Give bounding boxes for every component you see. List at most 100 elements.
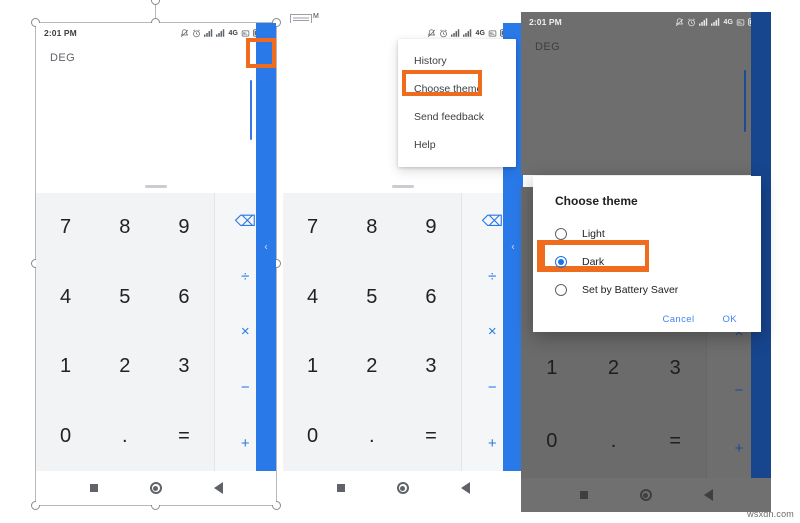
recents-square-icon[interactable] xyxy=(336,484,345,492)
status-bar-clock: 2:01 PM xyxy=(44,28,77,38)
status-bar-icon-group: 4G xyxy=(427,28,515,38)
network-type-label: 4G xyxy=(228,29,238,37)
key-equals[interactable]: = xyxy=(644,405,706,478)
status-bar-clock: 2:01 PM xyxy=(529,17,562,27)
status-bar: 2:01 PM 4G xyxy=(36,23,276,43)
volte-icon xyxy=(488,30,497,36)
watermark: wsxdn.com xyxy=(747,509,794,519)
silent-bell-icon xyxy=(676,17,684,26)
advanced-panel-handle[interactable]: ‹ xyxy=(256,23,276,471)
theme-option-dark[interactable]: Dark xyxy=(533,248,761,276)
home-circle-icon[interactable] xyxy=(149,482,162,494)
drag-grabber[interactable] xyxy=(145,185,167,188)
theme-option-battery-saver-label: Set by Battery Saver xyxy=(582,284,679,296)
calculator-display[interactable] xyxy=(36,73,276,182)
drag-grabber[interactable] xyxy=(392,185,414,188)
recents-square-icon[interactable] xyxy=(579,491,588,499)
system-navigation-bar xyxy=(521,478,771,512)
theme-option-light-label: Light xyxy=(582,228,605,240)
key-7[interactable]: 7 xyxy=(283,193,342,263)
angle-unit-label: DEG xyxy=(50,52,76,64)
key-9[interactable]: 9 xyxy=(154,193,213,263)
phone-panel-1: 2:01 PM 4G DEG 7 8 9 4 5 6 1 2 3 0 . = ⌫… xyxy=(36,23,276,505)
back-triangle-icon[interactable] xyxy=(703,489,713,501)
key-7[interactable]: 7 xyxy=(36,193,95,263)
home-circle-icon[interactable] xyxy=(639,489,652,501)
key-6[interactable]: 6 xyxy=(154,263,213,333)
text-caret xyxy=(744,70,746,132)
key-equals[interactable]: = xyxy=(401,402,460,472)
app-bar: DEG xyxy=(521,32,771,62)
key-0[interactable]: 0 xyxy=(521,405,583,478)
theme-option-light[interactable]: Light xyxy=(533,220,761,248)
key-4[interactable]: 4 xyxy=(36,263,95,333)
key-0[interactable]: 0 xyxy=(36,402,95,472)
signal-2-icon xyxy=(463,29,472,37)
alarm-clock-icon xyxy=(440,28,448,37)
network-type-label: 4G xyxy=(475,29,485,37)
overflow-menu: History Choose theme Send feedback Help xyxy=(398,39,516,167)
digit-pad: 7 8 9 4 5 6 1 2 3 0 . = xyxy=(283,193,461,471)
key-4[interactable]: 4 xyxy=(283,263,342,333)
dialog-title: Choose theme xyxy=(555,194,638,208)
key-6[interactable]: 6 xyxy=(401,263,460,333)
key-2[interactable]: 2 xyxy=(342,332,401,402)
key-decimal-point[interactable]: . xyxy=(583,405,645,478)
signal-2-icon xyxy=(216,29,225,37)
key-1[interactable]: 1 xyxy=(283,332,342,402)
cancel-button[interactable]: Cancel xyxy=(662,314,694,325)
digit-pad: 7 8 9 4 5 6 1 2 3 0 . = xyxy=(36,193,214,471)
menu-item-send-feedback[interactable]: Send feedback xyxy=(398,103,516,131)
ok-button[interactable]: OK xyxy=(722,314,737,325)
key-8[interactable]: 8 xyxy=(342,193,401,263)
volte-icon xyxy=(736,19,745,25)
calculator-display[interactable] xyxy=(521,62,771,175)
key-1[interactable]: 1 xyxy=(521,333,583,406)
menu-item-help[interactable]: Help xyxy=(398,131,516,159)
signal-1-icon xyxy=(699,18,708,26)
key-3[interactable]: 3 xyxy=(644,333,706,406)
key-8[interactable]: 8 xyxy=(95,193,154,263)
key-equals[interactable]: = xyxy=(154,402,213,472)
key-5[interactable]: 5 xyxy=(342,263,401,333)
menu-item-choose-theme[interactable]: Choose theme xyxy=(398,75,516,103)
dialog-action-row: Cancel OK xyxy=(533,304,761,339)
radio-light-icon[interactable] xyxy=(555,228,567,240)
status-bar: 2:01 PM 4G xyxy=(521,12,771,32)
key-2[interactable]: 2 xyxy=(95,332,154,402)
silent-bell-icon xyxy=(428,28,436,37)
signal-2-icon xyxy=(711,18,720,26)
key-2[interactable]: 2 xyxy=(583,333,645,406)
key-9[interactable]: 9 xyxy=(401,193,460,263)
status-bar-icon-group: 4G xyxy=(675,17,763,27)
choose-theme-dialog: Choose theme Light Dark Set by Battery S… xyxy=(533,176,761,332)
app-bar: DEG xyxy=(36,43,276,73)
volte-icon xyxy=(241,30,250,36)
signal-1-icon xyxy=(451,29,460,37)
back-triangle-icon[interactable] xyxy=(213,482,223,494)
home-circle-icon[interactable] xyxy=(396,482,409,494)
thumbnail-superscript: M xyxy=(313,13,319,20)
status-bar-icon-group: 4G xyxy=(180,28,268,38)
recents-square-icon[interactable] xyxy=(89,484,98,492)
calculator-keypad: 7 8 9 4 5 6 1 2 3 0 . = ⌫ ÷ × − + xyxy=(283,193,523,471)
key-3[interactable]: 3 xyxy=(154,332,213,402)
back-triangle-icon[interactable] xyxy=(460,482,470,494)
key-5[interactable]: 5 xyxy=(95,263,154,333)
text-caret xyxy=(250,80,252,140)
key-1[interactable]: 1 xyxy=(36,332,95,402)
system-navigation-bar xyxy=(36,471,276,505)
key-0[interactable]: 0 xyxy=(283,402,342,472)
angle-unit-label: DEG xyxy=(535,41,561,53)
key-3[interactable]: 3 xyxy=(401,332,460,402)
calculator-keypad: 7 8 9 4 5 6 1 2 3 0 . = ⌫ ÷ × − + xyxy=(36,193,276,471)
radio-battery-saver-icon[interactable] xyxy=(555,284,567,296)
theme-option-battery-saver[interactable]: Set by Battery Saver xyxy=(533,276,761,304)
radio-dark-icon[interactable] xyxy=(555,256,567,268)
key-decimal-point[interactable]: . xyxy=(342,402,401,472)
chevron-left-icon: ‹ xyxy=(264,241,268,253)
chevron-left-icon: ‹ xyxy=(511,241,515,253)
key-decimal-point[interactable]: . xyxy=(95,402,154,472)
menu-item-history[interactable]: History xyxy=(398,47,516,75)
rotation-handle[interactable] xyxy=(151,0,160,5)
